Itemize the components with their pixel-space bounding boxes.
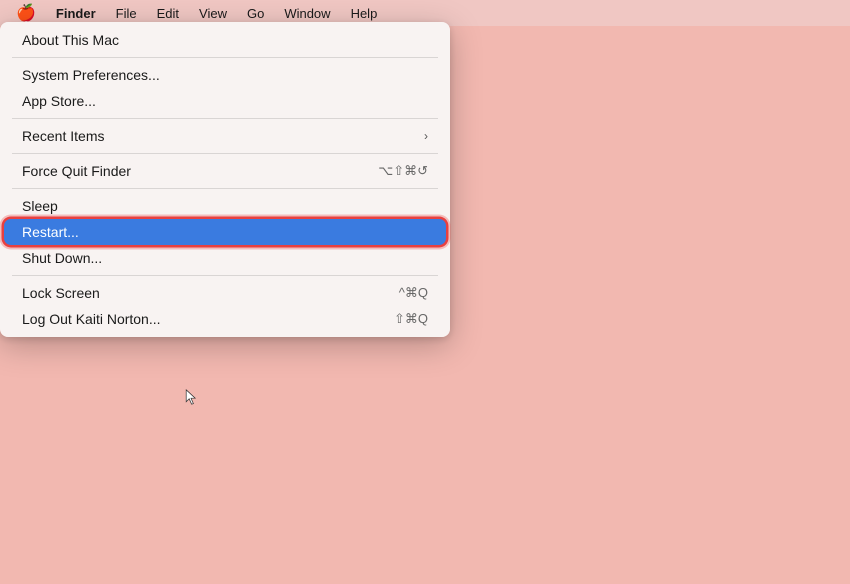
menu-bar-help[interactable]: Help [343, 4, 386, 23]
menu-bar-go[interactable]: Go [239, 4, 272, 23]
separator-5 [12, 275, 438, 276]
menu-item-log-out-shortcut: ⇧⌘Q [394, 311, 428, 327]
separator-3 [12, 153, 438, 154]
menu-item-about-mac[interactable]: About This Mac [4, 27, 446, 53]
menu-item-lock-screen-shortcut: ^⌘Q [399, 285, 428, 301]
menu-item-recent-items[interactable]: Recent Items › [4, 123, 446, 149]
menu-item-shut-down-label: Shut Down... [22, 250, 428, 266]
menu-item-system-preferences[interactable]: System Preferences... [4, 62, 446, 88]
menu-item-system-preferences-label: System Preferences... [22, 67, 428, 83]
apple-dropdown-menu: About This Mac System Preferences... App… [0, 22, 450, 337]
menu-item-restart-label: Restart... [22, 224, 428, 240]
menu-bar-view[interactable]: View [191, 4, 235, 23]
menu-item-app-store[interactable]: App Store... [4, 88, 446, 114]
menu-item-shut-down[interactable]: Shut Down... [4, 245, 446, 271]
menu-bar-finder[interactable]: Finder [48, 4, 104, 23]
menu-item-log-out[interactable]: Log Out Kaiti Norton... ⇧⌘Q [4, 306, 446, 332]
menu-item-log-out-label: Log Out Kaiti Norton... [22, 311, 394, 327]
menu-item-force-quit-label: Force Quit Finder [22, 163, 378, 179]
chevron-right-icon: › [424, 129, 428, 143]
menu-item-app-store-label: App Store... [22, 93, 428, 109]
menu-item-about-mac-label: About This Mac [22, 32, 428, 48]
menu-bar-window[interactable]: Window [276, 4, 338, 23]
menu-item-lock-screen[interactable]: Lock Screen ^⌘Q [4, 280, 446, 306]
menu-item-force-quit-shortcut: ⌥⇧⌘↺ [378, 163, 428, 179]
menu-item-sleep[interactable]: Sleep [4, 193, 446, 219]
menu-bar-file[interactable]: File [108, 4, 145, 23]
menu-item-sleep-label: Sleep [22, 198, 428, 214]
mouse-cursor [185, 388, 197, 406]
menu-item-lock-screen-label: Lock Screen [22, 285, 399, 301]
menu-item-force-quit[interactable]: Force Quit Finder ⌥⇧⌘↺ [4, 158, 446, 184]
menu-item-restart[interactable]: Restart... [4, 219, 446, 245]
menu-bar-edit[interactable]: Edit [149, 4, 187, 23]
separator-1 [12, 57, 438, 58]
menu-item-recent-items-label: Recent Items [22, 128, 424, 144]
separator-4 [12, 188, 438, 189]
separator-2 [12, 118, 438, 119]
